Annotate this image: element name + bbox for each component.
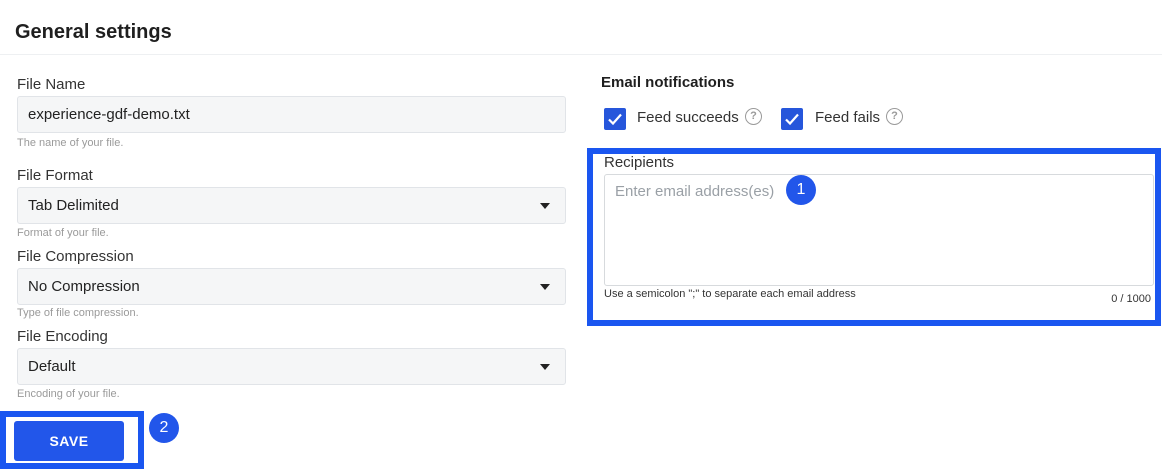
save-button[interactable]: SAVE (14, 421, 124, 461)
file-encoding-helper: Encoding of your file. (17, 388, 120, 400)
file-encoding-select[interactable]: Default (17, 348, 566, 385)
checkmark-icon (785, 113, 799, 126)
file-name-value: experience-gdf-demo.txt (28, 106, 190, 123)
annotation-badge-2: 2 (149, 413, 179, 443)
caret-down-icon (540, 284, 550, 290)
file-name-input[interactable]: experience-gdf-demo.txt (17, 96, 566, 133)
page-title: General settings (15, 21, 172, 43)
file-compression-label: File Compression (17, 248, 134, 265)
feed-succeeds-label[interactable]: Feed succeeds (637, 109, 739, 126)
recipients-input[interactable] (604, 174, 1154, 286)
feed-succeeds-checkbox[interactable] (604, 108, 626, 130)
title-divider (0, 54, 1162, 55)
caret-down-icon (540, 364, 550, 370)
file-encoding-label: File Encoding (17, 328, 108, 345)
feed-fails-checkbox[interactable] (781, 108, 803, 130)
recipients-counter: 0 / 1000 (1111, 293, 1151, 305)
file-encoding-value: Default (28, 358, 76, 375)
file-format-select[interactable]: Tab Delimited (17, 187, 566, 224)
file-name-label: File Name (17, 76, 86, 93)
file-name-helper: The name of your file. (17, 137, 124, 149)
annotation-badge-1: 1 (786, 175, 816, 205)
file-compression-helper: Type of file compression. (17, 307, 139, 319)
checkmark-icon (608, 113, 622, 126)
question-circle-icon[interactable]: ? (886, 108, 903, 125)
file-format-value: Tab Delimited (28, 197, 119, 214)
email-notifications-heading: Email notifications (601, 74, 735, 91)
recipients-label: Recipients (604, 154, 675, 171)
caret-down-icon (540, 203, 550, 209)
file-compression-value: No Compression (28, 278, 140, 295)
file-compression-select[interactable]: No Compression (17, 268, 566, 305)
feed-fails-label[interactable]: Feed fails (815, 109, 880, 126)
file-format-label: File Format (17, 167, 93, 184)
file-format-helper: Format of your file. (17, 227, 109, 239)
question-circle-icon[interactable]: ? (745, 108, 762, 125)
recipients-hint: Use a semicolon ";" to separate each ema… (604, 288, 856, 300)
